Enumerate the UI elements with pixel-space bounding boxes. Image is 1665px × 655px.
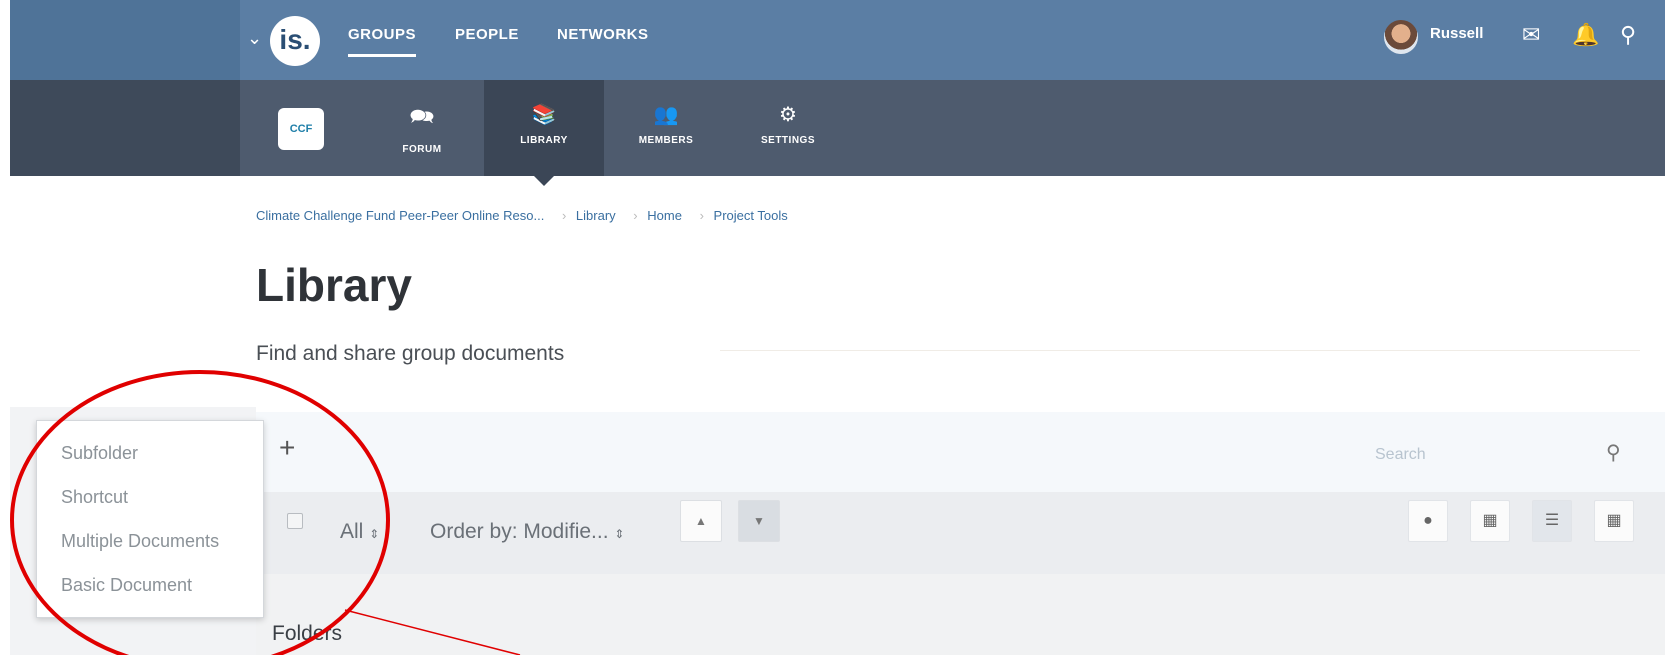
breadcrumb-separator: ›	[633, 208, 638, 223]
folders-heading: Folders	[272, 622, 343, 645]
info-icon[interactable]: ●	[1408, 500, 1448, 542]
menu-item-basic-document[interactable]: Basic Document	[61, 575, 192, 596]
nav-networks[interactable]: NETWORKS	[557, 26, 649, 43]
tab-members-label: MEMBERS	[638, 135, 694, 146]
page-subtitle: Find and share group documents	[256, 342, 565, 365]
sort-descending-button[interactable]: ▼	[738, 500, 780, 542]
forum-icon: 🗪	[409, 106, 435, 128]
library-toolbar	[256, 412, 1665, 492]
table-view-icon[interactable]: ▦	[1594, 500, 1634, 542]
add-button[interactable]: +	[279, 432, 295, 464]
breadcrumb-separator: ›	[561, 208, 567, 223]
bell-icon[interactable]: 🔔	[1572, 22, 1599, 48]
breadcrumb-home[interactable]: Home	[647, 208, 682, 223]
breadcrumb-group[interactable]: Climate Challenge Fund Peer-Peer Online …	[256, 208, 544, 223]
tab-library-label: LIBRARY	[520, 135, 568, 146]
list-view-icon[interactable]: ☰	[1532, 500, 1572, 542]
nav-people[interactable]: PEOPLE	[455, 26, 519, 43]
avatar[interactable]	[1384, 20, 1418, 54]
order-by-select[interactable]: Order by: Modifie... ⇕	[430, 520, 624, 544]
group-bar-left-panel	[10, 80, 240, 176]
tab-settings[interactable]: ⚙ SETTINGS	[728, 80, 848, 176]
page-title: Library	[256, 259, 412, 311]
library-content	[256, 574, 1665, 655]
add-menu: Subfolder Shortcut Multiple Documents Ba…	[36, 420, 264, 618]
tab-forum-label: FORUM	[402, 144, 442, 155]
menu-item-multiple-documents[interactable]: Multiple Documents	[61, 531, 219, 552]
grid-view-icon[interactable]: ▦	[1470, 500, 1510, 542]
tab-forum[interactable]: 🗪 FORUM	[362, 80, 482, 176]
tab-settings-label: SETTINGS	[760, 135, 815, 146]
nav-groups[interactable]: GROUPS	[348, 26, 417, 57]
search-icon[interactable]: ⚲	[1606, 440, 1621, 465]
tab-library[interactable]: 📚 LIBRARY	[484, 80, 604, 186]
mail-icon[interactable]: ✉	[1522, 22, 1540, 48]
tab-members[interactable]: 👥 MEMBERS	[606, 80, 726, 176]
menu-item-subfolder[interactable]: Subfolder	[61, 443, 138, 464]
chevron-down-icon[interactable]: ⌄	[247, 28, 262, 49]
select-all-checkbox[interactable]	[287, 513, 303, 529]
library-icon: 📚	[531, 104, 557, 126]
filter-all-select[interactable]: All ⇕	[340, 520, 379, 544]
top-bar-left-panel	[10, 0, 240, 80]
search-icon[interactable]: ⚲	[1620, 22, 1636, 48]
sort-ascending-button[interactable]: ▲	[680, 500, 722, 542]
gear-icon: ⚙	[779, 104, 797, 126]
breadcrumb-library[interactable]: Library	[576, 208, 616, 223]
group-logo[interactable]: CCF	[278, 108, 324, 150]
user-name[interactable]: Russell	[1430, 25, 1483, 42]
breadcrumb-project-tools[interactable]: Project Tools	[714, 208, 788, 223]
divider	[720, 350, 1640, 351]
search-input[interactable]: Search	[1375, 446, 1426, 464]
breadcrumb-separator: ›	[699, 208, 704, 223]
breadcrumb: Climate Challenge Fund Peer-Peer Online …	[256, 208, 802, 223]
members-icon: 👥	[653, 104, 679, 126]
menu-item-shortcut[interactable]: Shortcut	[61, 487, 128, 508]
app-logo[interactable]: is.	[270, 16, 320, 66]
